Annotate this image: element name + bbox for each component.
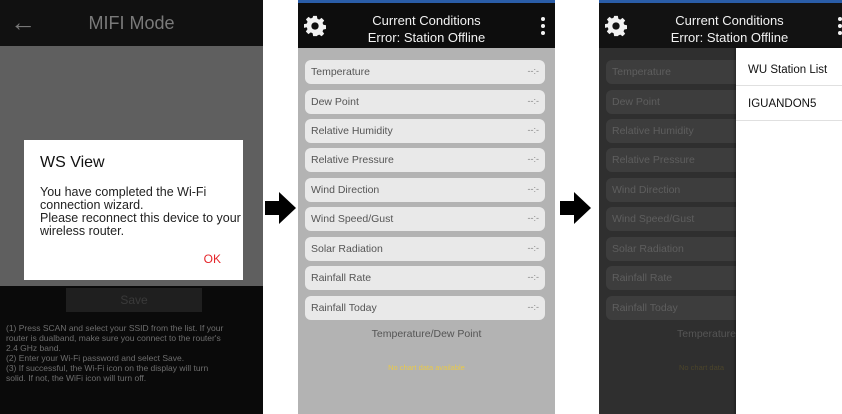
more-options-icon[interactable]	[541, 17, 545, 38]
menu-divider	[736, 85, 842, 86]
condition-label: Relative Pressure	[612, 154, 695, 166]
condition-label: Wind Speed/Gust	[311, 213, 394, 225]
dialog-message-line: wireless router.	[40, 224, 125, 238]
menu-divider	[736, 120, 842, 121]
overflow-menu: WU Station List IGUANDON5	[736, 48, 842, 414]
condition-row[interactable]: Dew Point --:-	[305, 90, 545, 114]
condition-value: --:-	[527, 66, 540, 76]
condition-row[interactable]: Solar Radiation --:-	[305, 237, 545, 261]
chart-title: Temperature/Dew Point	[371, 328, 482, 340]
condition-value: --:-	[527, 302, 540, 312]
ok-button[interactable]: OK	[204, 252, 221, 266]
condition-value: --:-	[527, 213, 540, 223]
header-title: Current Conditions	[372, 13, 481, 28]
condition-value: --:-	[527, 243, 540, 253]
condition-row[interactable]: Relative Pressure --:-	[305, 148, 545, 172]
condition-label: Relative Pressure	[311, 154, 394, 166]
menu-item-wu-station-list[interactable]: WU Station List	[748, 64, 827, 76]
condition-label: Temperature	[612, 66, 671, 78]
condition-label: Rainfall Today	[311, 302, 377, 314]
step-arrow-icon	[560, 192, 591, 224]
header-title: Current Conditions	[675, 13, 784, 28]
top-app-bar: Current Conditions Error: Station Offlin…	[599, 0, 842, 48]
condition-label: Rainfall Rate	[612, 272, 673, 284]
save-button[interactable]: Save	[66, 288, 202, 312]
condition-label: Wind Direction	[612, 184, 681, 196]
current-conditions-screen: Current Conditions Error: Station Offlin…	[298, 0, 555, 414]
header-status: Error: Station Offline	[367, 30, 486, 45]
condition-value: --:-	[527, 96, 540, 106]
mifi-mode-screen: ← MIFI Mode WS View You have completed t…	[0, 0, 263, 414]
header-status: Error: Station Offline	[670, 30, 789, 45]
top-app-bar: ← MIFI Mode	[0, 0, 263, 46]
condition-label: Relative Humidity	[311, 125, 393, 137]
no-chart-data-message: No chart data	[679, 363, 725, 372]
condition-label: Dew Point	[311, 96, 359, 108]
instruction-line: solid. If not, the WiFi icon will turn o…	[6, 373, 147, 383]
condition-label: Rainfall Today	[612, 302, 678, 314]
condition-label: Solar Radiation	[311, 243, 383, 255]
no-chart-data-message: No chart data available	[388, 363, 465, 372]
condition-value: --:-	[527, 154, 540, 164]
condition-label: Temperature	[311, 66, 370, 78]
condition-label: Rainfall Rate	[311, 272, 372, 284]
condition-row[interactable]: Temperature --:-	[305, 60, 545, 84]
condition-value: --:-	[527, 272, 540, 282]
condition-row[interactable]: Wind Direction --:-	[305, 178, 545, 202]
page-title: MIFI Mode	[88, 13, 175, 33]
current-conditions-menu-screen: Current Conditions Error: Station Offlin…	[599, 0, 842, 414]
condition-row[interactable]: Rainfall Today --:-	[305, 296, 545, 320]
condition-row[interactable]: Rainfall Rate --:-	[305, 266, 545, 290]
condition-value: --:-	[527, 184, 540, 194]
top-app-bar: Current Conditions Error: Station Offlin…	[298, 0, 555, 48]
condition-label: Wind Speed/Gust	[612, 213, 695, 225]
completion-dialog: WS View You have completed the Wi-Fi con…	[24, 140, 243, 280]
step-arrow-icon	[265, 192, 296, 224]
condition-label: Wind Direction	[311, 184, 380, 196]
menu-item-station[interactable]: IGUANDON5	[748, 98, 816, 110]
condition-row[interactable]: Relative Humidity --:-	[305, 119, 545, 143]
condition-value: --:-	[527, 125, 540, 135]
dialog-title: WS View	[40, 154, 105, 171]
condition-label: Relative Humidity	[612, 125, 694, 137]
condition-label: Dew Point	[612, 96, 660, 108]
more-options-icon[interactable]	[838, 17, 842, 38]
condition-label: Solar Radiation	[612, 243, 684, 255]
condition-row[interactable]: Wind Speed/Gust --:-	[305, 207, 545, 231]
